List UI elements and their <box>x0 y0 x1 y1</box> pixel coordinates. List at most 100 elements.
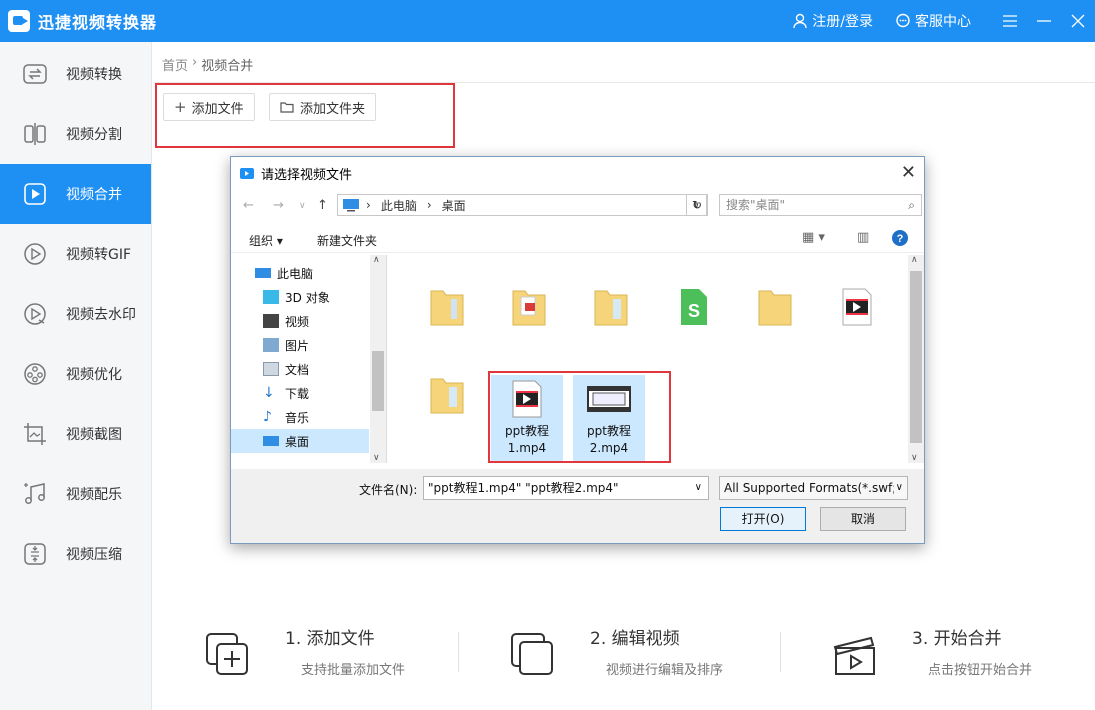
folder-icon <box>758 290 792 326</box>
menu-button[interactable] <box>993 0 1027 42</box>
scroll-thumb[interactable] <box>910 271 922 443</box>
nav-item-3d-objects[interactable]: 3D 对象 <box>231 285 386 309</box>
watermark-icon <box>21 300 49 328</box>
nav-label: 音乐 <box>285 410 310 425</box>
nav-item-pictures[interactable]: 图片 <box>231 333 386 357</box>
organize-menu[interactable]: 组织 ▾ <box>249 232 283 249</box>
video-file-icon <box>842 288 872 326</box>
filename-label: 文件名(N): <box>359 483 418 497</box>
folder-item[interactable] <box>499 285 559 365</box>
nav-item-desktop[interactable]: 桌面 <box>231 429 369 453</box>
cancel-button[interactable]: 取消 <box>820 507 906 531</box>
music-icon <box>21 480 49 508</box>
chevron-down-icon[interactable]: ∨ <box>893 477 903 499</box>
search-icon: ⌕ <box>908 198 915 212</box>
folder-item[interactable] <box>745 285 805 365</box>
nav-scrollbar[interactable]: ∧ ∨ <box>370 255 386 463</box>
scroll-up-icon[interactable]: ∧ <box>911 255 918 265</box>
file-type-select[interactable]: All Supported Formats(*.swf; ∨ <box>719 476 908 500</box>
video-file-item[interactable] <box>827 285 887 365</box>
nav-item-videos[interactable]: 视频 <box>231 309 386 333</box>
file-type-value: All Supported Formats(*.swf; <box>724 481 897 495</box>
help-icon[interactable]: ? <box>892 230 908 249</box>
download-icon: ↓ <box>263 385 275 401</box>
gif-icon <box>21 240 49 268</box>
sidebar-item-gif[interactable]: 视频转GIF <box>0 224 151 284</box>
address-box[interactable]: › 此电脑 › 桌面 ∨ <box>337 194 707 216</box>
add-file-label: 添加文件 <box>191 101 244 117</box>
sidebar-item-watermark[interactable]: 视频去水印 <box>0 284 151 344</box>
new-folder-button[interactable]: 新建文件夹 <box>317 232 377 249</box>
sidebar-item-label: 视频分割 <box>66 127 122 143</box>
scroll-down-icon[interactable]: ∨ <box>911 453 918 463</box>
add-folder-button[interactable]: 添加文件夹 <box>269 93 377 121</box>
nav-item-music[interactable]: ♪ 音乐 <box>231 405 386 429</box>
navigation-pane: 此电脑 3D 对象 视频 图片 文档 ↓ 下载 ♪ 音乐 桌面 ∧ ∨ <box>231 255 387 463</box>
login-button[interactable]: 注册/登录 <box>792 11 873 31</box>
sidebar-item-label: 视频压缩 <box>66 547 122 563</box>
breadcrumb-home[interactable]: 首页 <box>162 55 188 74</box>
open-button[interactable]: 打开(O) <box>720 507 806 531</box>
scroll-down-icon[interactable]: ∨ <box>373 453 380 463</box>
content-scrollbar[interactable]: ∧ ∨ <box>908 255 924 463</box>
recent-dropdown-icon[interactable]: ∨ <box>299 201 306 211</box>
search-input[interactable]: 搜索"桌面" ⌕ <box>719 194 922 216</box>
sidebar-item-screenshot[interactable]: 视频截图 <box>0 404 151 464</box>
back-icon[interactable]: ← <box>243 198 254 213</box>
add-file-button[interactable]: + 添加文件 <box>163 93 255 121</box>
scroll-thumb[interactable] <box>372 351 384 411</box>
refresh-icon[interactable]: ↻ <box>686 194 708 216</box>
view-options-icon[interactable]: ▦ ▾ <box>802 230 825 245</box>
folder-item[interactable] <box>417 373 477 453</box>
convert-icon <box>21 60 49 88</box>
up-icon[interactable]: ↑ <box>317 198 328 213</box>
filename-input[interactable]: "ppt教程1.mp4" "ppt教程2.mp4" ∨ <box>423 476 709 500</box>
folder-icon <box>430 378 464 414</box>
scroll-up-icon[interactable]: ∧ <box>373 255 380 265</box>
nav-label: 下载 <box>285 386 310 401</box>
dialog-close-icon[interactable]: ✕ <box>901 162 916 183</box>
path-separator-icon: › <box>426 198 432 212</box>
file-open-dialog: 请选择视频文件 ✕ ← → ∨ ↑ › 此电脑 › 桌面 ∨ ↻ 搜索"桌面" … <box>230 156 925 544</box>
svg-text:S: S <box>688 301 700 321</box>
screenshot-icon <box>21 420 49 448</box>
nav-item-this-pc[interactable]: 此电脑 <box>231 261 386 285</box>
desktop-icon <box>263 436 279 446</box>
nav-label: 图片 <box>285 338 310 353</box>
spreadsheet-file-item[interactable]: S <box>663 285 723 365</box>
forward-icon[interactable]: → <box>273 198 284 213</box>
picture-icon <box>263 338 279 352</box>
folder-item[interactable] <box>417 285 477 365</box>
step-start-merge: 3. 开始合并 点击按钮开始合并 <box>780 600 1080 710</box>
sidebar: 视频转换 视频分割 视频合并 视频转GIF 视频去水印 视频优化 视频截图 视频… <box>0 42 152 710</box>
path-segment[interactable]: 桌面 <box>442 197 466 214</box>
sidebar-item-merge[interactable]: 视频合并 <box>0 164 151 224</box>
nav-item-downloads[interactable]: ↓ 下载 <box>231 381 386 405</box>
app-logo-icon <box>8 10 30 32</box>
chevron-down-icon[interactable]: ∨ <box>695 477 702 499</box>
minimize-button[interactable] <box>1027 0 1061 42</box>
preview-pane-icon[interactable]: ▥ <box>857 230 869 245</box>
folder-item[interactable] <box>581 285 641 365</box>
sidebar-item-optimize[interactable]: 视频优化 <box>0 344 151 404</box>
path-segment[interactable]: 此电脑 <box>381 197 417 214</box>
sidebar-item-convert[interactable]: 视频转换 <box>0 44 151 104</box>
close-button[interactable] <box>1061 0 1095 42</box>
compress-icon <box>21 540 49 568</box>
chat-icon <box>896 13 910 28</box>
breadcrumb-current: 视频合并 <box>201 59 254 74</box>
highlight-box-selected-files <box>488 371 671 463</box>
sidebar-item-split[interactable]: 视频分割 <box>0 104 151 164</box>
service-center-button[interactable]: 客服中心 <box>895 11 971 31</box>
sidebar-item-music[interactable]: 视频配乐 <box>0 464 151 524</box>
computer-icon <box>343 199 359 212</box>
nav-label: 此电脑 <box>277 266 314 281</box>
nav-item-documents[interactable]: 文档 <box>231 357 386 381</box>
sidebar-item-compress[interactable]: 视频压缩 <box>0 524 151 584</box>
step-desc: 支持批量添加文件 <box>301 663 406 678</box>
app-title: 迅捷视频转换器 <box>38 13 158 32</box>
nav-label: 桌面 <box>285 434 310 449</box>
dialog-title-bar: 请选择视频文件 ✕ <box>231 157 924 189</box>
filename-value: "ppt教程1.mp4" "ppt教程2.mp4" <box>428 481 619 495</box>
address-bar-row: ← → ∨ ↑ › 此电脑 › 桌面 ∨ ↻ 搜索"桌面" ⌕ <box>241 194 922 218</box>
